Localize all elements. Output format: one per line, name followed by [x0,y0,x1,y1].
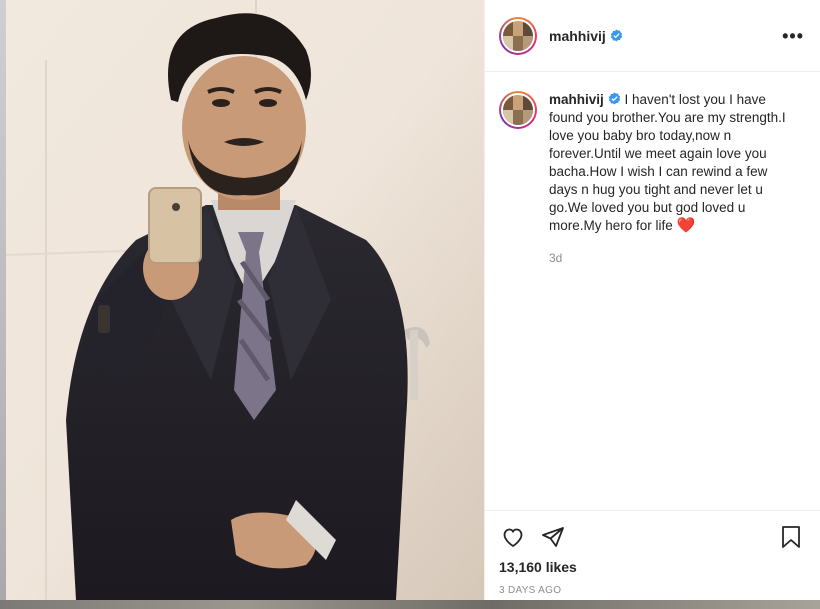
caption-text: I haven't lost you I have found you brot… [549,92,786,233]
background-edge-bottom [0,600,820,609]
caption-avatar[interactable] [499,91,537,129]
likes-count[interactable]: 13,160 likes [499,559,805,575]
bookmark-icon[interactable] [777,523,805,551]
post-actions: 13,160 likes 3 DAYS AGO [485,510,820,596]
heart-emoji: ❤️ [676,217,696,234]
avatar-image [501,18,535,53]
caption-body: mahhivij I haven't lost you I have found… [549,91,799,267]
post-side-panel: mahhivij ••• mahhivij I haven't lost you… [484,0,820,600]
verified-badge-icon [608,92,620,105]
paper-plane-icon[interactable] [539,523,567,551]
profile-avatar[interactable] [499,16,537,55]
heart-icon[interactable] [499,523,527,551]
header-username-text[interactable]: mahhivij [549,28,606,44]
action-icons [499,523,805,551]
caption-comment: mahhivij I haven't lost you I have found… [485,72,820,267]
selfie-illustration [6,0,484,600]
post-header: mahhivij ••• [485,0,820,72]
verified-badge-icon [610,29,622,41]
caption-time[interactable]: 3d [549,249,799,267]
post-date: 3 DAYS AGO [499,585,562,596]
instagram-post: mahhivij ••• mahhivij I haven't lost you… [6,0,820,600]
caption-avatar-image [501,93,535,127]
post-photo[interactable] [6,0,484,600]
more-options-icon[interactable]: ••• [782,27,804,45]
header-username[interactable]: mahhivij [549,28,623,44]
caption-username[interactable]: mahhivij [549,92,604,107]
